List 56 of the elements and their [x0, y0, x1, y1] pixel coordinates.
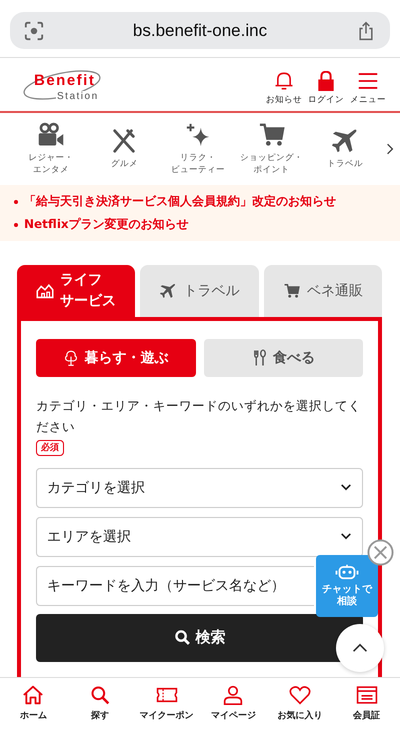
chevron-down-icon	[340, 483, 352, 492]
tree-icon	[63, 349, 80, 367]
chevron-right-icon[interactable]	[386, 142, 394, 156]
category-tab[interactable]: トラベル	[140, 265, 259, 317]
close-icon[interactable]	[367, 539, 394, 566]
keyword-field[interactable]: キーワードを入力（サービス名など）	[36, 566, 314, 606]
coupon-icon	[156, 685, 178, 705]
url-text: bs.benefit-one.inc	[132, 20, 268, 40]
plane-icon	[159, 283, 178, 299]
fork-spoon-icon	[252, 349, 268, 367]
home-icon	[22, 685, 44, 705]
menu-icon	[358, 71, 378, 91]
bullet-icon	[14, 200, 18, 204]
category-tab[interactable]: ベネ通販	[264, 265, 382, 317]
search-icon	[89, 685, 111, 705]
lock-icon	[316, 71, 336, 91]
required-badge: 必須	[36, 440, 64, 456]
camera-scan-icon[interactable]	[24, 20, 44, 40]
robot-icon	[335, 564, 359, 582]
bottom-nav-item[interactable]: 探す	[66, 678, 134, 740]
header-action-button[interactable]: お知らせ	[266, 71, 302, 106]
camera-icon	[36, 122, 65, 148]
address-bar[interactable]: bs.benefit-one.inc	[10, 12, 390, 49]
notice-link[interactable]: Netflixプラン変更のお知らせ	[24, 216, 189, 233]
category-button[interactable]: トラベル	[308, 128, 382, 170]
scroll-top-button[interactable]	[336, 624, 384, 672]
header-action-button[interactable]: メニュー	[350, 71, 386, 106]
person-icon	[222, 685, 244, 705]
bottom-nav-item[interactable]: お気に入り	[266, 678, 334, 740]
subcategory-tab[interactable]: 暮らす・遊ぶ	[36, 339, 196, 377]
cart-icon	[258, 122, 286, 148]
bell-icon	[274, 71, 294, 91]
plane-icon	[331, 128, 360, 154]
bottom-nav-item[interactable]: マイページ	[200, 678, 267, 740]
search-icon	[174, 629, 190, 646]
category-tab[interactable]: ライフ サービス	[17, 265, 136, 317]
category-button[interactable]: グルメ	[88, 128, 162, 170]
heart-icon	[289, 685, 312, 705]
category-button[interactable]: リラク・ ビューティー	[161, 122, 235, 176]
bottom-nav-item[interactable]: ホーム	[0, 678, 67, 740]
chevron-down-icon	[340, 532, 352, 541]
notice-link[interactable]: 「給与天引き決済サービス個人会員規約」改定のお知らせ	[24, 193, 336, 210]
bottom-nav-item[interactable]: マイクーポン	[133, 678, 200, 740]
category-button[interactable]: ショッピング・ ポイント	[234, 122, 308, 176]
bottom-nav-item[interactable]: 会員証	[333, 678, 400, 740]
header-action-button[interactable]: ログイン	[308, 71, 344, 106]
chevron-up-icon	[352, 643, 368, 653]
category-button[interactable]: レジャー・ エンタメ	[14, 122, 88, 176]
bullet-icon	[14, 222, 18, 226]
select-dropdown[interactable]: エリアを選択	[36, 516, 363, 556]
card-icon	[356, 685, 378, 705]
cart-icon	[282, 283, 301, 299]
select-dropdown[interactable]: カテゴリを選択	[36, 468, 363, 508]
subcategory-tab[interactable]: 食べる	[204, 339, 363, 377]
search-button[interactable]: 検索	[36, 614, 363, 662]
instruction-text: カテゴリ・エリア・キーワードのいずれかを選択してください	[36, 397, 362, 436]
